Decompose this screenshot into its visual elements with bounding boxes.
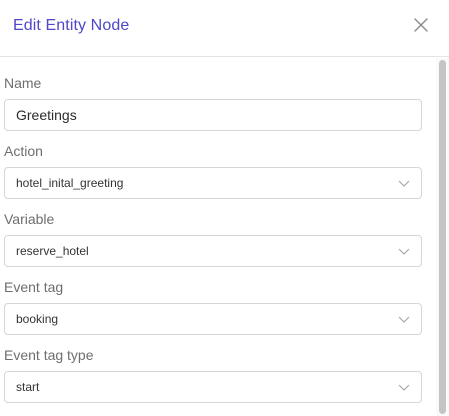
event-tag-type-label: Event tag type <box>4 347 94 363</box>
event-tag-type-select[interactable]: start <box>4 371 422 403</box>
event-tag-label: Event tag <box>4 279 64 295</box>
close-button[interactable] <box>411 15 431 35</box>
dialog-header: Edit Entity Node <box>0 0 449 57</box>
variable-selected-value: reserve_hotel <box>16 244 89 258</box>
close-icon <box>414 18 428 32</box>
action-select[interactable]: hotel_inital_greeting <box>4 167 422 199</box>
name-field[interactable] <box>4 99 422 131</box>
event-tag-selected-value: booking <box>16 312 59 326</box>
event-tag-select[interactable]: booking <box>4 303 422 335</box>
event-tag-type-selected-value: start <box>16 380 40 394</box>
scrollbar[interactable] <box>436 58 449 416</box>
name-input[interactable] <box>5 100 421 130</box>
name-label: Name <box>4 75 42 91</box>
dialog-body: Name Action hotel_inital_greeting Variab… <box>0 58 436 416</box>
variable-label: Variable <box>4 211 55 227</box>
dialog-title: Edit Entity Node <box>13 17 130 34</box>
action-label: Action <box>4 143 43 159</box>
chevron-down-icon <box>398 180 410 187</box>
action-selected-value: hotel_inital_greeting <box>16 176 124 190</box>
scrollbar-thumb[interactable] <box>439 60 446 414</box>
chevron-down-icon <box>398 248 410 255</box>
chevron-down-icon <box>398 316 410 323</box>
variable-select[interactable]: reserve_hotel <box>4 235 422 267</box>
edit-entity-node-dialog: Edit Entity Node Name Action hotel_inita… <box>0 0 449 416</box>
chevron-down-icon <box>398 384 410 391</box>
